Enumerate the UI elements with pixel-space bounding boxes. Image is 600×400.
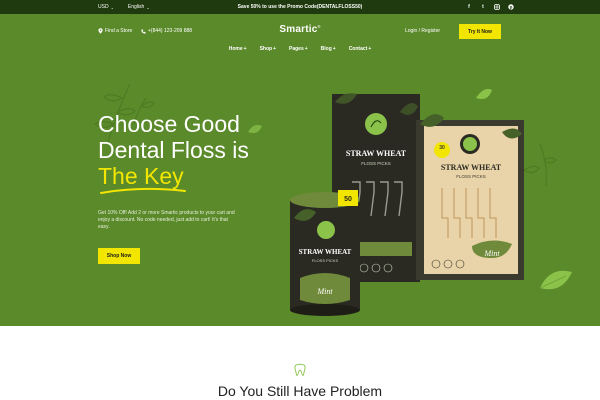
tooth-icon (294, 363, 306, 376)
product-illustration: STRAW WHEAT FLOSS PICKS 30 STRAW WHEAT F… (290, 93, 524, 316)
nav-item-contact[interactable]: Contact + (349, 46, 372, 52)
nav-label: Shop (259, 46, 273, 52)
section-title: Do You Still Have Problem (217, 383, 383, 399)
hero-section: Find a Store +(844) 123-209 888 Smartic®… (0, 14, 600, 326)
headline-line-2: Dental Floss is (98, 137, 249, 163)
plus-icon: + (243, 46, 247, 52)
headline-line-1: Choose Good (98, 111, 240, 137)
cylinder-brand: STRAW WHEAT (299, 248, 352, 256)
problem-section: Do You Still Have Problem (0, 326, 600, 400)
kraft-pouch-subtitle: FLOSS PICKS (456, 174, 486, 179)
plus-icon: + (304, 46, 308, 52)
nav-label: Contact (348, 46, 368, 52)
logo[interactable]: Smartic® (0, 24, 600, 35)
plus-icon: + (368, 46, 372, 52)
pinterest-icon[interactable]: p (508, 3, 514, 10)
nav-label: Blog (320, 46, 332, 52)
try-it-now-button[interactable]: Try It Now (459, 24, 501, 39)
hero-headline: Choose Good Dental Floss is The Key (98, 111, 249, 194)
cylinder-container: 50 STRAW WHEAT FLOSS PICKS Mint (290, 190, 360, 316)
nav-item-pages[interactable]: Pages + (289, 46, 308, 52)
kraft-pouch: 30 STRAW WHEAT FLOSS PICKS Mint (416, 114, 524, 280)
facebook-icon[interactable]: f (466, 3, 472, 10)
dark-pouch-brand: STRAW WHEAT (346, 149, 407, 158)
cylinder-count: 50 (344, 196, 352, 203)
kraft-pouch-mint: Mint (483, 249, 500, 258)
header: Find a Store +(844) 123-209 888 Smartic®… (0, 24, 600, 39)
registered-mark: ® (317, 24, 321, 29)
svg-text:p: p (510, 4, 513, 9)
kraft-pouch-count: 30 (439, 145, 445, 151)
underline-swoosh (100, 187, 186, 194)
logo-text: Smartic (279, 24, 318, 35)
headline-line-3: The Key (98, 163, 184, 189)
twitter-icon[interactable]: t (480, 3, 486, 10)
dark-pouch-subtitle: FLOSS PICKS (361, 161, 391, 166)
cylinder-mint: Mint (316, 287, 333, 296)
headline-line-3-wrapper: The Key (98, 163, 186, 194)
nav-item-blog[interactable]: Blog + (321, 46, 336, 52)
cylinder-subtitle: FLOSS PICKS (312, 258, 339, 263)
plus-icon: + (332, 46, 336, 52)
shop-now-button[interactable]: Shop Now (98, 248, 140, 264)
nav-item-shop[interactable]: Shop + (260, 46, 276, 52)
leaf-right (540, 270, 572, 290)
top-bar: USD ⌄ English ⌄ Save 50% to use the Promo … (0, 0, 600, 14)
login-register-link[interactable]: Login / Register (405, 28, 440, 34)
hero-description: Get 10% Off! Add 2 or more Smartic produ… (98, 210, 235, 230)
main-nav: Home + Shop + Pages + Blog + Contact + (0, 46, 600, 52)
kraft-pouch-brand: STRAW WHEAT (441, 163, 502, 172)
plus-icon: + (273, 46, 276, 52)
social-links: f t p (466, 3, 514, 10)
nav-label: Home (228, 46, 243, 52)
nav-item-home[interactable]: Home + (229, 46, 247, 52)
instagram-icon[interactable] (494, 3, 500, 10)
nav-label: Pages (289, 46, 304, 52)
